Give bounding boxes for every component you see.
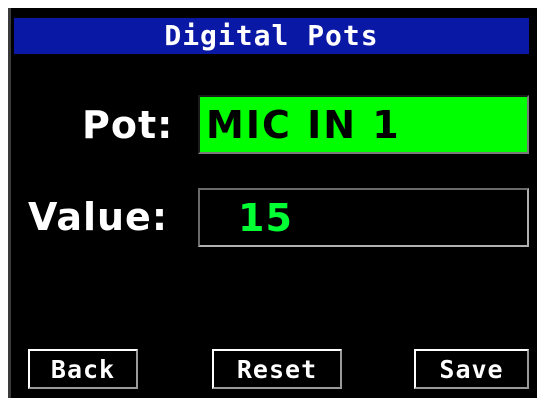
save-button[interactable]: Save bbox=[414, 349, 529, 389]
reset-button[interactable]: Reset bbox=[212, 349, 342, 389]
value-label: Value: bbox=[28, 195, 169, 239]
back-button[interactable]: Back bbox=[28, 349, 138, 389]
value-field-text: 15 bbox=[238, 195, 293, 240]
screen: Digital Pots Pot: MIC IN 1 Value: 15 Bac… bbox=[0, 0, 537, 398]
pot-select-field[interactable]: MIC IN 1 bbox=[198, 95, 529, 154]
pot-label: Pot: bbox=[82, 103, 174, 147]
value-input-field[interactable]: 15 bbox=[198, 188, 529, 247]
pot-field-text: MIC IN 1 bbox=[206, 102, 401, 147]
title-bar: Digital Pots bbox=[14, 18, 529, 54]
